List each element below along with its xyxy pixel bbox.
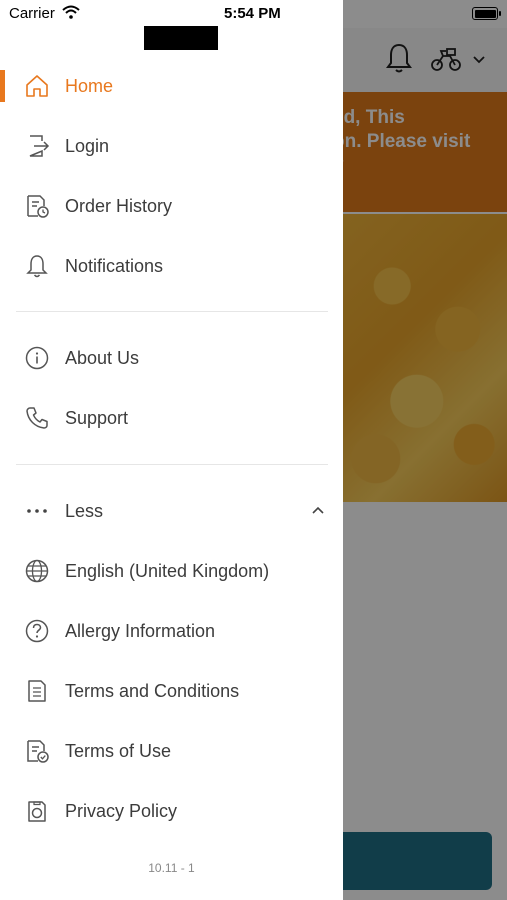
battery-icon [472, 7, 501, 20]
menu-item-support[interactable]: Support [0, 392, 343, 444]
carrier-label: Carrier [9, 5, 55, 22]
menu-label: Terms and Conditions [65, 680, 240, 701]
privacy-icon [28, 801, 46, 822]
menu-label: About Us [65, 347, 140, 368]
app-version: 10.11 - 1 [148, 861, 195, 875]
home-icon [26, 75, 48, 97]
menu-label: Allergy Information [65, 620, 216, 641]
document-icon [28, 680, 46, 702]
menu-item-allergy-information[interactable]: Allergy Information [0, 605, 343, 657]
menu-item-terms-of-use[interactable]: Terms of Use [0, 725, 343, 777]
menu-item-home[interactable]: Home [0, 60, 343, 112]
menu-label: English (United Kingdom) [65, 560, 270, 581]
login-icon [29, 135, 50, 157]
menu-label: Terms of Use [65, 740, 172, 761]
question-icon [25, 619, 49, 643]
menu-label: Privacy Policy [65, 800, 178, 821]
bell-icon [26, 255, 48, 278]
menu-item-less[interactable]: Less [0, 485, 343, 537]
navigation-drawer: Home Login Order History Notifications A… [0, 0, 343, 900]
menu-label: Login [65, 135, 110, 156]
menu-label: Order History [65, 195, 173, 216]
status-bar: Carrier 5:54 PM [0, 0, 507, 28]
menu-item-order-history[interactable]: Order History [0, 180, 343, 232]
menu-item-notifications[interactable]: Notifications [0, 240, 343, 292]
chevron-up-icon [312, 506, 324, 514]
info-icon [25, 346, 49, 370]
menu-item-privacy-policy[interactable]: Privacy Policy [0, 785, 343, 837]
menu-item-about-us[interactable]: About Us [0, 332, 343, 384]
menu-item-terms-and-conditions[interactable]: Terms and Conditions [0, 665, 343, 717]
menu-item-language[interactable]: English (United Kingdom) [0, 545, 343, 597]
menu-label: Support [65, 407, 129, 428]
menu-item-login[interactable]: Login [0, 120, 343, 172]
active-indicator [0, 70, 5, 102]
order-history-icon [27, 195, 49, 218]
divider [16, 464, 328, 465]
more-dots-icon [27, 509, 47, 513]
menu-label: Notifications [65, 255, 164, 276]
wifi-icon [62, 5, 80, 19]
phone-icon [26, 407, 48, 429]
divider [16, 311, 328, 312]
brand-logo [144, 26, 218, 50]
globe-icon [25, 559, 49, 583]
document-check-icon [27, 740, 49, 763]
menu-label: Less [65, 500, 104, 521]
clock: 5:54 PM [224, 5, 281, 22]
menu-label: Home [65, 75, 114, 96]
